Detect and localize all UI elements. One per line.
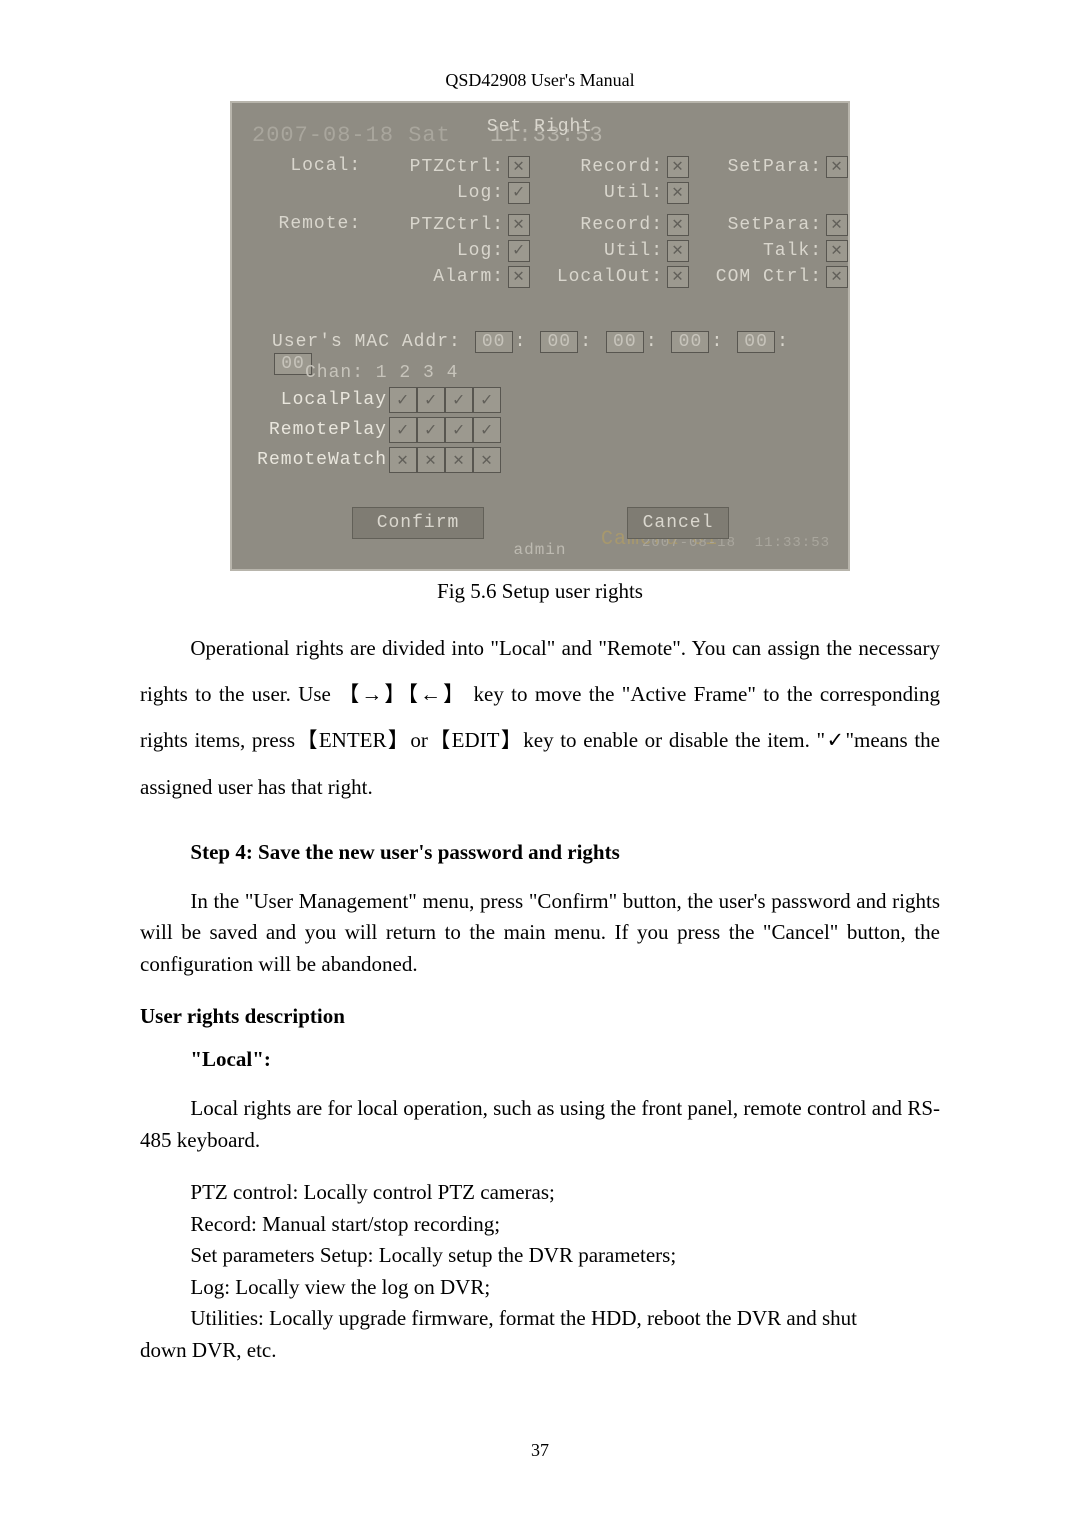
dvr-osd-screenshot: 2007-08-18 Sat 11:33:53 Set Right Camera…: [230, 101, 850, 571]
osd-remote-ptzctrl-checkbox[interactable]: ✕: [508, 214, 530, 236]
osd-cancel-button[interactable]: Cancel: [627, 507, 729, 539]
step4-heading: Step 4: Save the new user's password and…: [140, 840, 940, 865]
osd-remote-alarm-label: Alarm:: [433, 267, 504, 287]
osd-mac-octet-0[interactable]: 00: [475, 331, 513, 353]
osd-remote-setpara-checkbox[interactable]: ✕: [826, 214, 848, 236]
osd-mac-label: User's MAC Addr:: [272, 332, 461, 352]
osd-local-util-label: Util:: [604, 183, 663, 203]
paragraph-rights-intro: Operational rights are divided into "Loc…: [140, 625, 940, 810]
figure-caption: Fig 5.6 Setup user rights: [140, 579, 940, 604]
osd-local-record-checkbox[interactable]: ✕: [667, 156, 689, 178]
local-item-log: Log: Locally view the log on DVR;: [140, 1272, 940, 1304]
page-number: 37: [0, 1440, 1080, 1461]
osd-remote-label: Remote:: [232, 214, 371, 236]
osd-matrix-remotewatch-ch3[interactable]: ✕: [445, 447, 473, 473]
osd-remote-log-label: Log:: [457, 241, 504, 261]
osd-matrix-localplay-label: LocalPlay: [257, 390, 387, 410]
osd-remote-comctrl-label: COM Ctrl:: [716, 267, 822, 287]
osd-footer-user: admin: [232, 541, 848, 559]
osd-remote-localout-label: LocalOut:: [557, 267, 663, 287]
osd-remote-comctrl-checkbox[interactable]: ✕: [826, 266, 848, 288]
osd-remote-record-checkbox[interactable]: ✕: [667, 214, 689, 236]
osd-matrix-remotewatch-ch4[interactable]: ✕: [473, 447, 501, 473]
osd-remote-localout-checkbox[interactable]: ✕: [667, 266, 689, 288]
osd-remote-record-label: Record:: [580, 215, 663, 235]
osd-remote-util-label: Util:: [604, 241, 663, 261]
osd-title: Set Right: [232, 117, 848, 137]
osd-remote-ptzctrl-label: PTZCtrl:: [410, 215, 504, 235]
osd-mac-octet-1[interactable]: 00: [540, 331, 578, 353]
osd-remote-log-checkbox[interactable]: ✓: [508, 240, 530, 262]
local-subheading: "Local":: [140, 1047, 940, 1072]
osd-local-log-checkbox[interactable]: ✓: [508, 182, 530, 204]
osd-matrix-localplay-ch2[interactable]: ✓: [417, 387, 445, 413]
step4-body: In the "User Management" menu, press "Co…: [140, 886, 940, 981]
osd-matrix-remotewatch-ch2[interactable]: ✕: [417, 447, 445, 473]
osd-local-ptzctrl-label: PTZCtrl:: [410, 157, 504, 177]
osd-matrix-remotewatch-label: RemoteWatch: [257, 450, 387, 470]
osd-remote-alarm-checkbox[interactable]: ✕: [508, 266, 530, 288]
running-header: QSD42908 User's Manual: [140, 70, 940, 91]
osd-local-ptzctrl-checkbox[interactable]: ✕: [508, 156, 530, 178]
local-item-util-cont: down DVR, etc.: [140, 1335, 940, 1367]
osd-matrix-remoteplay-ch4[interactable]: ✓: [473, 417, 501, 443]
local-item-ptz: PTZ control: Locally control PTZ cameras…: [140, 1177, 940, 1209]
osd-local-setpara-checkbox[interactable]: ✕: [826, 156, 848, 178]
osd-matrix-remotewatch-ch1[interactable]: ✕: [389, 447, 417, 473]
osd-matrix-localplay-ch1[interactable]: ✓: [389, 387, 417, 413]
local-intro: Local rights are for local operation, su…: [140, 1093, 940, 1156]
osd-remote-util-checkbox[interactable]: ✕: [667, 240, 689, 262]
local-item-setparam: Set parameters Setup: Locally setup the …: [140, 1240, 940, 1272]
osd-matrix-localplay-ch3[interactable]: ✓: [445, 387, 473, 413]
osd-chan-header: Chan: 1 2 3 4: [305, 363, 501, 383]
osd-local-record-label: Record:: [580, 157, 663, 177]
osd-confirm-button[interactable]: Confirm: [352, 507, 484, 539]
osd-matrix-remoteplay-ch1[interactable]: ✓: [389, 417, 417, 443]
osd-remote-talk-label: Talk:: [763, 241, 822, 261]
osd-remote-talk-checkbox[interactable]: ✕: [826, 240, 848, 262]
osd-matrix-localplay-ch4[interactable]: ✓: [473, 387, 501, 413]
osd-remote-setpara-label: SetPara:: [728, 215, 822, 235]
osd-mac-octet-3[interactable]: 00: [671, 331, 709, 353]
osd-local-util-checkbox[interactable]: ✕: [667, 182, 689, 204]
osd-matrix-remoteplay-label: RemotePlay: [257, 420, 387, 440]
osd-mac-octet-4[interactable]: 00: [737, 331, 775, 353]
local-item-util: Utilities: Locally upgrade firmware, for…: [140, 1303, 940, 1335]
local-item-record: Record: Manual start/stop recording;: [140, 1209, 940, 1241]
osd-local-label: Local:: [232, 156, 371, 178]
osd-local-log-label: Log:: [457, 183, 504, 203]
rights-desc-heading: User rights description: [140, 1004, 940, 1029]
osd-mac-octet-2[interactable]: 00: [606, 331, 644, 353]
local-rights-list: PTZ control: Locally control PTZ cameras…: [140, 1177, 940, 1335]
osd-matrix-remoteplay-ch3[interactable]: ✓: [445, 417, 473, 443]
osd-local-setpara-label: SetPara:: [728, 157, 822, 177]
osd-matrix-remoteplay-ch2[interactable]: ✓: [417, 417, 445, 443]
